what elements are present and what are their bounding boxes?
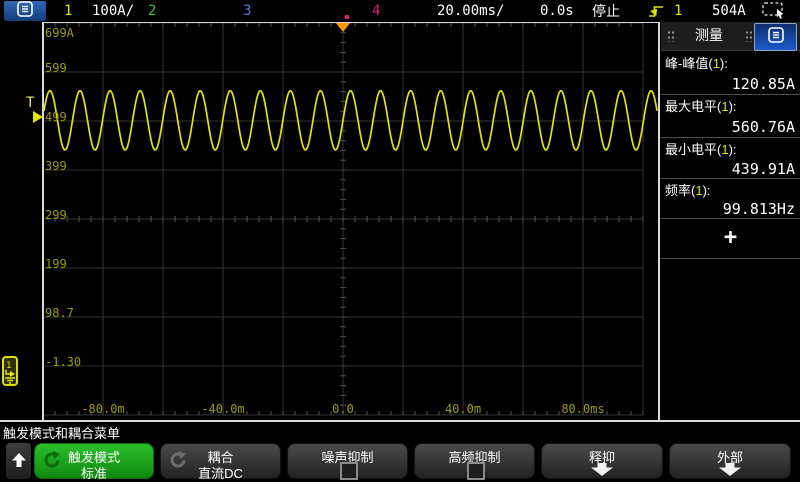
display-bottom-edge bbox=[0, 420, 800, 422]
divider bbox=[661, 137, 800, 138]
trigger-level-value[interactable]: 504A bbox=[712, 0, 746, 22]
divider bbox=[661, 94, 800, 95]
trigger-level-letter[interactable]: T bbox=[26, 96, 34, 110]
up-arrow-icon bbox=[11, 452, 27, 471]
x-axis-label: 40.0m bbox=[445, 402, 481, 416]
trigger-position-marker[interactable] bbox=[336, 23, 350, 32]
softkey-trigger-mode[interactable]: 触发模式 标准 bbox=[34, 443, 154, 479]
y-axis-label: 699A bbox=[45, 26, 74, 40]
delay-value[interactable]: 0.0s bbox=[540, 0, 574, 22]
waveform-display-area: 699A 599 499 399 299 199 98.7 -1.30 -80.0m -40.0… bbox=[0, 22, 660, 421]
hf-reject-checkbox[interactable] bbox=[467, 462, 485, 480]
y-axis-label: 499 bbox=[45, 110, 67, 124]
svg-text:1: 1 bbox=[6, 361, 11, 371]
graticule-and-trace bbox=[0, 22, 660, 421]
divider bbox=[661, 218, 800, 219]
channel1-scale[interactable]: 100A/ bbox=[92, 0, 134, 22]
measurement-panel: 测量 峰-峰值(1): 120.85A 最大电平(1): 560.76A 最小电… bbox=[661, 22, 800, 420]
divider bbox=[661, 258, 800, 259]
softkey-coupling[interactable]: 耦合 直流DC bbox=[160, 443, 281, 479]
y-axis-label: 98.7 bbox=[45, 306, 74, 320]
trigger-source[interactable]: 1 bbox=[674, 0, 682, 22]
x-axis-label: -80.0m bbox=[81, 402, 124, 416]
y-axis-label: -1.30 bbox=[45, 355, 81, 369]
trigger-level-arrow[interactable] bbox=[33, 111, 43, 123]
softkey-holdoff[interactable]: 释抑 bbox=[541, 443, 663, 479]
channel2-indicator[interactable]: 2 bbox=[148, 0, 156, 22]
channel4-indicator[interactable]: 4 bbox=[372, 0, 380, 22]
y-axis-label: 199 bbox=[45, 257, 67, 271]
measurement-panel-header[interactable]: 测量 bbox=[661, 22, 800, 51]
main-menu-button[interactable] bbox=[4, 1, 46, 21]
measurement-value: 439.91A bbox=[732, 160, 795, 178]
down-arrow-icon bbox=[719, 463, 741, 481]
measurement-value: 99.813Hz bbox=[723, 200, 795, 218]
menu-list-icon bbox=[767, 26, 785, 48]
run-state[interactable]: 停止 bbox=[592, 0, 620, 22]
measurement-row-maximum[interactable]: 最大电平(1): 560.76A bbox=[661, 96, 800, 137]
edge-trigger-icon bbox=[649, 3, 664, 23]
measurement-panel-title: 测量 bbox=[661, 22, 757, 50]
noise-reject-checkbox[interactable] bbox=[340, 462, 358, 480]
channel1-ground-marker[interactable]: 1 bbox=[2, 356, 18, 390]
x-axis-label: -40.0m bbox=[201, 402, 244, 416]
timebase-value[interactable]: 20.00ms/ bbox=[437, 0, 504, 22]
y-axis-label: 599 bbox=[45, 61, 67, 75]
x-axis-label: 0.0 bbox=[332, 402, 354, 416]
channel4-trigger-dot bbox=[345, 15, 349, 19]
measurement-row-peak-to-peak[interactable]: 峰-峰值(1): 120.85A bbox=[661, 53, 800, 94]
x-axis-label: 80.0ms bbox=[561, 402, 604, 416]
oscilloscope-screen: 1 100A/ 2 3 4 20.00ms/ 0.0s 停止 1 504A 69… bbox=[0, 0, 800, 482]
top-status-bar: 1 100A/ 2 3 4 20.00ms/ 0.0s 停止 1 504A bbox=[0, 0, 800, 22]
y-axis-label: 299 bbox=[45, 208, 67, 222]
menu-title: 触发模式和耦合菜单 bbox=[3, 423, 120, 442]
softkey-bar: 触发模式 标准 耦合 直流DC 噪声抑制 高频抑制 释抑 外部 bbox=[0, 442, 800, 482]
softkey-hf-reject[interactable]: 高频抑制 bbox=[414, 443, 535, 479]
measurement-value: 560.76A bbox=[732, 118, 795, 136]
y-axis-label: 399 bbox=[45, 159, 67, 173]
add-measurement-button[interactable]: + bbox=[661, 225, 800, 251]
measurement-row-minimum[interactable]: 最小电平(1): 439.91A bbox=[661, 139, 800, 178]
channel3-indicator[interactable]: 3 bbox=[243, 0, 251, 22]
softkey-external[interactable]: 外部 bbox=[669, 443, 791, 479]
divider bbox=[661, 178, 800, 179]
measurement-menu-button[interactable] bbox=[754, 23, 797, 51]
menu-list-icon bbox=[16, 0, 34, 22]
softkey-noise-reject[interactable]: 噪声抑制 bbox=[287, 443, 408, 479]
menu-back-button[interactable] bbox=[6, 443, 31, 479]
channel1-indicator[interactable]: 1 bbox=[64, 0, 72, 22]
drag-handle-right-icon[interactable] bbox=[745, 30, 752, 42]
measurement-value: 120.85A bbox=[732, 75, 795, 93]
measurement-row-frequency[interactable]: 频率(1): 99.813Hz bbox=[661, 180, 800, 218]
down-arrow-icon bbox=[591, 463, 613, 481]
